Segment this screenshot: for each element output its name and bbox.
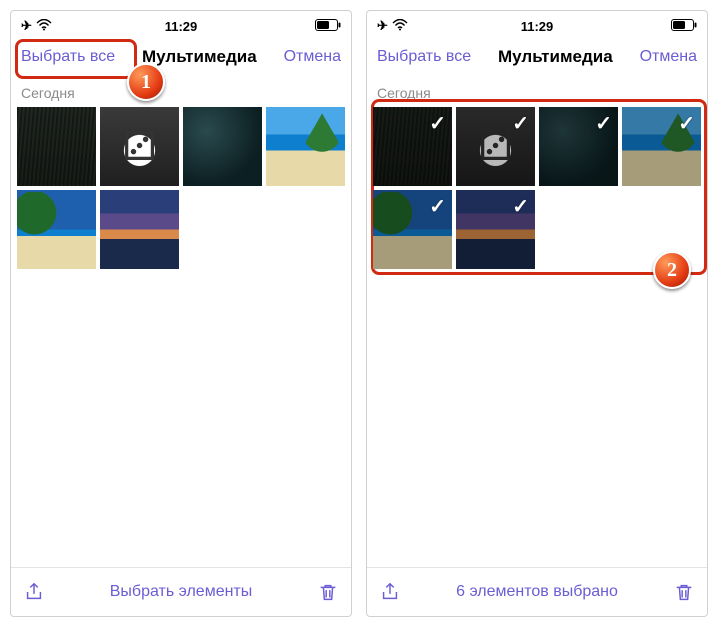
bottom-toolbar: Выбрать элементы xyxy=(11,567,351,616)
status-bar: ✈ 11:29 xyxy=(367,11,707,37)
status-bar: ✈ 11:29 xyxy=(11,11,351,37)
cancel-button[interactable]: Отмена xyxy=(636,44,701,70)
bottom-toolbar: 6 элементов выбрано xyxy=(367,567,707,616)
battery-icon xyxy=(671,19,697,34)
thumb-rock[interactable]: ✓ xyxy=(539,107,618,186)
battery-icon xyxy=(315,19,341,34)
thumb-beach1[interactable]: ✓ xyxy=(622,107,701,186)
cancel-button[interactable]: Отмена xyxy=(280,44,345,70)
share-icon[interactable] xyxy=(23,581,45,603)
airplane-mode-icon: ✈ xyxy=(21,18,32,34)
section-header: Сегодня xyxy=(367,77,707,107)
nav-bar: Выбрать все Мультимедиа Отмена xyxy=(11,37,351,77)
toolbar-hint: 6 элементов выбрано xyxy=(456,583,618,601)
select-all-button[interactable]: Выбрать все xyxy=(373,44,475,70)
nav-bar: Выбрать все Мультимедиа Отмена xyxy=(367,37,707,77)
trash-icon[interactable] xyxy=(673,581,695,603)
select-all-button[interactable]: Выбрать все xyxy=(17,44,119,70)
check-icon: ✓ xyxy=(429,111,446,136)
check-icon: ✓ xyxy=(512,111,529,136)
check-icon: ✓ xyxy=(595,111,612,136)
status-time: 11:29 xyxy=(165,19,198,34)
thumb-dice[interactable] xyxy=(100,107,179,186)
thumb-rock[interactable] xyxy=(183,107,262,186)
thumb-grass[interactable]: ✓ xyxy=(373,107,452,186)
trash-icon[interactable] xyxy=(317,581,339,603)
check-icon: ✓ xyxy=(512,194,529,219)
thumb-sunset[interactable] xyxy=(100,190,179,269)
toolbar-hint[interactable]: Выбрать элементы xyxy=(110,583,253,601)
wifi-icon xyxy=(392,19,408,34)
status-time: 11:29 xyxy=(521,19,554,34)
section-header: Сегодня xyxy=(11,77,351,107)
thumb-grass[interactable] xyxy=(17,107,96,186)
airplane-mode-icon: ✈ xyxy=(377,18,388,34)
thumb-beach2[interactable] xyxy=(17,190,96,269)
nav-title: Мультимедиа xyxy=(142,47,257,67)
thumb-dice[interactable]: ✓ xyxy=(456,107,535,186)
phone-right: ✈ 11:29 Выбрать все Мультимедиа Отмена С… xyxy=(366,10,708,617)
thumb-beach2[interactable]: ✓ xyxy=(373,190,452,269)
media-grid xyxy=(11,107,351,269)
nav-title: Мультимедиа xyxy=(498,47,613,67)
wifi-icon xyxy=(36,19,52,34)
share-icon[interactable] xyxy=(379,581,401,603)
phone-left: ✈ 11:29 Выбрать все Мультимедиа Отмена 1… xyxy=(10,10,352,617)
check-icon: ✓ xyxy=(429,194,446,219)
media-grid: ✓ ✓ ✓ ✓ ✓ ✓ xyxy=(367,107,707,269)
check-icon: ✓ xyxy=(678,111,695,136)
thumb-beach1[interactable] xyxy=(266,107,345,186)
thumb-sunset[interactable]: ✓ xyxy=(456,190,535,269)
